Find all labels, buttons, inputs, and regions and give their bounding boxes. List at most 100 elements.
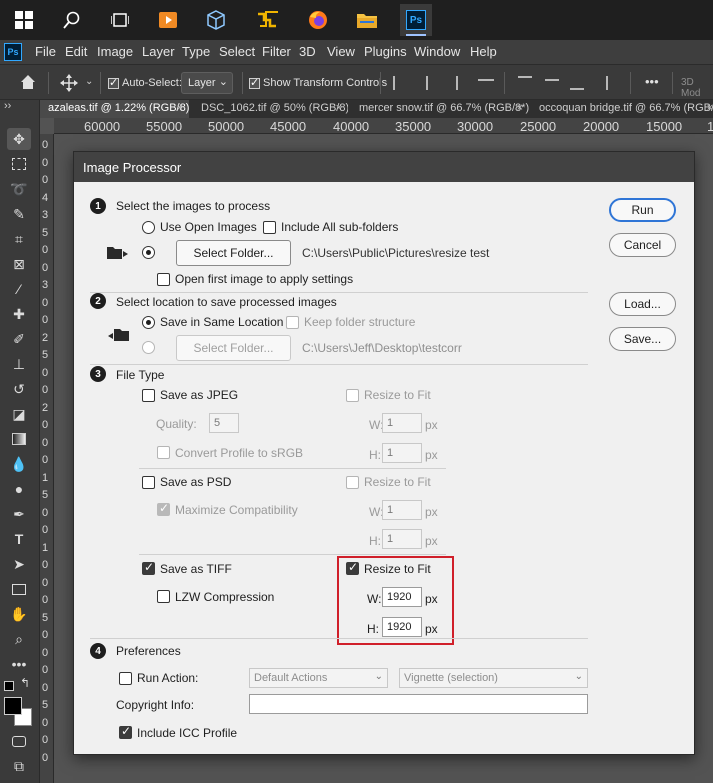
3d-box-icon[interactable] xyxy=(200,4,232,36)
align-left-icon[interactable] xyxy=(393,76,407,90)
move-tool-icon[interactable]: ✥ xyxy=(7,128,31,150)
align-bottom-icon[interactable] xyxy=(570,76,584,90)
pen-tool-icon[interactable]: ✒ xyxy=(7,503,31,525)
menu-layer[interactable]: Layer xyxy=(142,44,175,59)
blur-tool-icon[interactable]: 💧 xyxy=(7,453,31,475)
save-settings-button[interactable]: Save... xyxy=(609,327,676,351)
tab-dsc-1062[interactable]: DSC_1062.tif @ 50% (RGB/8) × xyxy=(193,100,348,118)
move-tool-icon[interactable] xyxy=(60,74,78,95)
menu-plugins[interactable]: Plugins xyxy=(364,44,407,59)
menu-edit[interactable]: Edit xyxy=(65,44,87,59)
menu-window[interactable]: Window xyxy=(414,44,460,59)
psd-height-input[interactable]: 1 xyxy=(382,529,422,549)
hand-tool-icon[interactable]: ✋ xyxy=(7,603,31,625)
crop-tool-icon[interactable]: ⌗ xyxy=(7,228,31,250)
tab-azaleas[interactable]: azaleas.tif @ 1.22% (RGB/8) × xyxy=(40,100,189,118)
screen-mode-icon[interactable]: ⧉ xyxy=(7,755,31,777)
open-first-image-checkbox[interactable] xyxy=(157,273,170,286)
menu-image[interactable]: Image xyxy=(97,44,133,59)
tab-occoquan-bridge[interactable]: occoquan bridge.tif @ 66.7% (RGB/8) × xyxy=(531,100,713,118)
auto-select-checkbox[interactable] xyxy=(108,76,119,89)
save-psd-checkbox[interactable] xyxy=(142,476,155,489)
distribute-vertical-icon[interactable] xyxy=(606,76,620,90)
select-source-folder-button[interactable]: Select Folder... xyxy=(176,240,291,266)
keep-folder-structure-checkbox[interactable] xyxy=(286,316,299,329)
file-explorer-icon[interactable] xyxy=(351,4,383,36)
save-jpeg-checkbox[interactable] xyxy=(142,389,155,402)
rectangle-tool-icon[interactable] xyxy=(7,578,31,600)
select-dest-folder-button[interactable]: Select Folder... xyxy=(176,335,291,361)
convert-srgb-checkbox[interactable] xyxy=(157,446,170,459)
maximize-compat-checkbox[interactable] xyxy=(157,501,170,516)
jpeg-resize-checkbox[interactable] xyxy=(346,389,359,402)
jpeg-width-input[interactable]: 1 xyxy=(382,413,422,433)
close-icon[interactable]: × xyxy=(177,102,183,114)
quick-select-tool-icon[interactable]: ✎ xyxy=(7,203,31,225)
action-dropdown[interactable]: Vignette (selection) ⌄ xyxy=(399,668,588,688)
history-brush-tool-icon[interactable]: ↺ xyxy=(7,378,31,400)
search-icon[interactable] xyxy=(56,4,88,36)
marquee-tool-icon[interactable] xyxy=(7,153,31,175)
frame-tool-icon[interactable]: ⊠ xyxy=(7,253,31,275)
run-button[interactable]: Run xyxy=(609,198,676,222)
align-top-icon[interactable] xyxy=(518,76,532,90)
close-icon[interactable]: × xyxy=(707,102,713,114)
gradient-tool-icon[interactable] xyxy=(7,428,31,450)
swap-colors-icon[interactable]: ↰ xyxy=(20,676,30,690)
run-action-checkbox[interactable] xyxy=(119,672,132,685)
quick-mask-icon[interactable] xyxy=(7,730,31,752)
save-select-folder-radio[interactable] xyxy=(142,341,155,354)
align-middle-icon[interactable] xyxy=(545,79,559,87)
lasso-tool-icon[interactable]: ➰ xyxy=(7,178,31,200)
sweep-icon[interactable] xyxy=(252,4,284,36)
align-right-icon[interactable] xyxy=(444,76,458,90)
cancel-button[interactable]: Cancel xyxy=(609,233,676,257)
eyedropper-tool-icon[interactable]: ⁄ xyxy=(7,278,31,300)
dodge-tool-icon[interactable]: ● xyxy=(7,478,31,500)
menu-view[interactable]: View xyxy=(327,44,355,59)
close-icon[interactable]: × xyxy=(336,102,342,114)
jpeg-height-input[interactable]: 1 xyxy=(382,443,422,463)
psd-resize-checkbox[interactable] xyxy=(346,476,359,489)
path-select-tool-icon[interactable]: ➤ xyxy=(7,553,31,575)
load-button[interactable]: Load... xyxy=(609,292,676,316)
menu-help[interactable]: Help xyxy=(470,44,497,59)
jpeg-quality-input[interactable]: 5 xyxy=(209,413,239,433)
show-transform-checkbox[interactable] xyxy=(249,76,260,89)
clone-stamp-tool-icon[interactable]: ⊥ xyxy=(7,353,31,375)
menu-3d[interactable]: 3D xyxy=(299,44,316,59)
tiff-resize-checkbox[interactable] xyxy=(346,560,359,575)
distribute-icon[interactable] xyxy=(478,79,494,89)
menu-select[interactable]: Select xyxy=(219,44,255,59)
zoom-tool-icon[interactable]: ⌕ xyxy=(7,628,31,650)
tiff-width-input[interactable]: 1920 xyxy=(382,587,422,607)
photoshop-icon[interactable]: Ps xyxy=(400,4,432,36)
tiff-height-input[interactable]: 1920 xyxy=(382,617,422,637)
close-icon[interactable]: × xyxy=(517,102,523,114)
foreground-color-swatch[interactable] xyxy=(4,697,22,715)
include-icc-checkbox[interactable] xyxy=(119,724,132,739)
more-options-icon[interactable]: ••• xyxy=(645,74,659,89)
save-same-location-radio[interactable] xyxy=(142,316,155,329)
eraser-tool-icon[interactable]: ◪ xyxy=(7,403,31,425)
tab-mercer-snow[interactable]: mercer snow.tif @ 66.7% (RGB/8*) × xyxy=(351,100,529,118)
default-colors-icon[interactable] xyxy=(4,681,14,691)
use-open-images-radio[interactable] xyxy=(142,221,155,234)
menu-file[interactable]: File xyxy=(35,44,56,59)
save-tiff-checkbox[interactable] xyxy=(142,560,155,575)
align-center-icon[interactable] xyxy=(420,76,428,90)
select-folder-radio[interactable] xyxy=(142,246,155,259)
more-tools-icon[interactable]: ••• xyxy=(7,653,31,675)
auto-select-dropdown[interactable]: Layer ⌄ xyxy=(181,72,233,94)
lzw-compression-checkbox[interactable] xyxy=(157,590,170,603)
panel-toggle[interactable]: ›› xyxy=(4,100,11,112)
media-player-icon[interactable] xyxy=(152,4,184,36)
task-view-icon[interactable] xyxy=(104,4,136,36)
menu-type[interactable]: Type xyxy=(182,44,210,59)
home-icon[interactable] xyxy=(20,74,36,93)
firefox-icon[interactable] xyxy=(302,4,334,36)
brush-tool-icon[interactable]: ✐ xyxy=(7,328,31,350)
type-tool-icon[interactable]: T xyxy=(7,528,31,550)
menu-filter[interactable]: Filter xyxy=(262,44,291,59)
chevron-down-icon[interactable]: ⌄ xyxy=(85,76,93,87)
